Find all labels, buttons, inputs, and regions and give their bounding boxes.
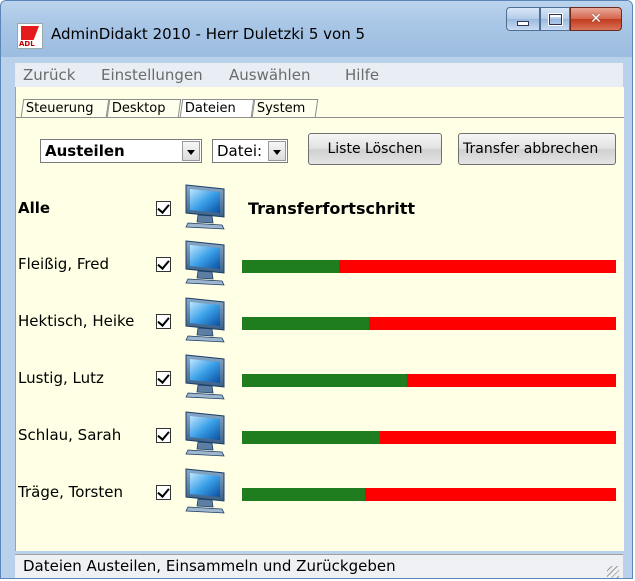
mode-select-dropdown-icon[interactable]: [182, 141, 200, 161]
transfer-progress-fill: [242, 317, 370, 330]
close-icon: ✕: [590, 11, 602, 27]
transfer-progress-bar: [242, 260, 616, 273]
tab-desktop-label: Desktop: [111, 101, 166, 116]
transfer-progress-bar: [242, 374, 616, 387]
tab-system-label: System: [256, 101, 306, 116]
student-name: Hektisch, Heike: [18, 312, 135, 330]
tab-steuerung-label: Steuerung: [25, 101, 94, 116]
maximize-button[interactable]: [540, 7, 570, 31]
app-logo-flag: [21, 26, 39, 40]
tab-system[interactable]: System: [251, 99, 319, 117]
tab-dateien-label: Dateien: [184, 101, 236, 116]
transfer-progress-fill: [242, 431, 381, 444]
menu-zurueck[interactable]: Zurück: [23, 66, 75, 84]
menu-bar: Zurück Einstellungen Auswählen Hilfe: [15, 63, 623, 88]
mode-select[interactable]: Austeilen: [40, 139, 202, 163]
app-logo-icon[interactable]: ADL: [17, 23, 43, 49]
status-bar: Dateien Austeilen, Einsammeln und Zurück…: [15, 554, 623, 578]
minimize-button[interactable]: [506, 7, 540, 31]
student-name: Träge, Torsten: [18, 483, 123, 501]
transfer-progress-fill: [242, 260, 340, 273]
app-window: ADL AdminDidakt 2010 - Herr Duletzki 5 v…: [0, 0, 633, 579]
type-select[interactable]: Datei:: [212, 139, 288, 163]
all-label: Alle: [18, 199, 51, 217]
computer-icon[interactable]: [180, 410, 230, 458]
transfer-progress-bar: [242, 488, 616, 501]
student-checkbox[interactable]: [156, 485, 171, 500]
computer-icon[interactable]: [180, 296, 230, 344]
student-checkbox[interactable]: [156, 257, 171, 272]
student-name: Fleißig, Fred: [18, 255, 109, 273]
tab-strip: Steuerung Desktop Dateien System: [16, 93, 624, 117]
type-select-value: Datei:: [217, 142, 263, 160]
mode-select-value: Austeilen: [45, 142, 125, 160]
computer-icon[interactable]: [180, 467, 230, 515]
tab-dateien[interactable]: Dateien: [179, 99, 255, 117]
student-checkbox[interactable]: [156, 428, 171, 443]
app-logo-text: ADL: [19, 40, 35, 48]
progress-heading: Transferfortschritt: [248, 199, 416, 218]
window-title: AdminDidakt 2010 - Herr Duletzki 5 von 5: [51, 25, 366, 43]
title-bar[interactable]: ADL AdminDidakt 2010 - Herr Duletzki 5 v…: [1, 1, 632, 57]
student-checkbox[interactable]: [156, 314, 171, 329]
transfer-progress-fill: [242, 488, 366, 501]
menu-auswaehlen[interactable]: Auswählen: [229, 66, 310, 84]
resize-grip-icon[interactable]: [607, 566, 619, 578]
transfer-progress-fill: [242, 374, 407, 387]
all-checkbox[interactable]: [156, 201, 171, 216]
computer-icon: [180, 183, 230, 231]
status-text: Dateien Austeilen, Einsammeln und Zurück…: [23, 557, 396, 575]
close-button[interactable]: ✕: [570, 7, 622, 31]
menu-hilfe[interactable]: Hilfe: [345, 66, 379, 84]
student-name: Lustig, Lutz: [18, 369, 104, 387]
main-panel: Steuerung Desktop Dateien System Austeil…: [15, 87, 624, 551]
tab-steuerung[interactable]: Steuerung: [20, 99, 110, 117]
transfer-progress-bar: [242, 431, 616, 444]
student-name: Schlau, Sarah: [18, 426, 122, 444]
abort-transfer-button[interactable]: Transfer abbrechen: [458, 133, 616, 165]
caption-buttons: ✕: [506, 7, 622, 31]
transfer-progress-bar: [242, 317, 616, 330]
computer-icon[interactable]: [180, 353, 230, 401]
computer-icon[interactable]: [180, 239, 230, 287]
maximize-icon: [548, 13, 562, 25]
menu-einstellungen[interactable]: Einstellungen: [101, 66, 203, 84]
student-checkbox[interactable]: [156, 371, 171, 386]
clear-list-button[interactable]: Liste Löschen: [308, 133, 442, 165]
minimize-icon: [517, 20, 529, 26]
type-select-dropdown-icon[interactable]: [268, 141, 286, 161]
tab-desktop[interactable]: Desktop: [106, 99, 182, 117]
tab-divider: [16, 117, 624, 118]
